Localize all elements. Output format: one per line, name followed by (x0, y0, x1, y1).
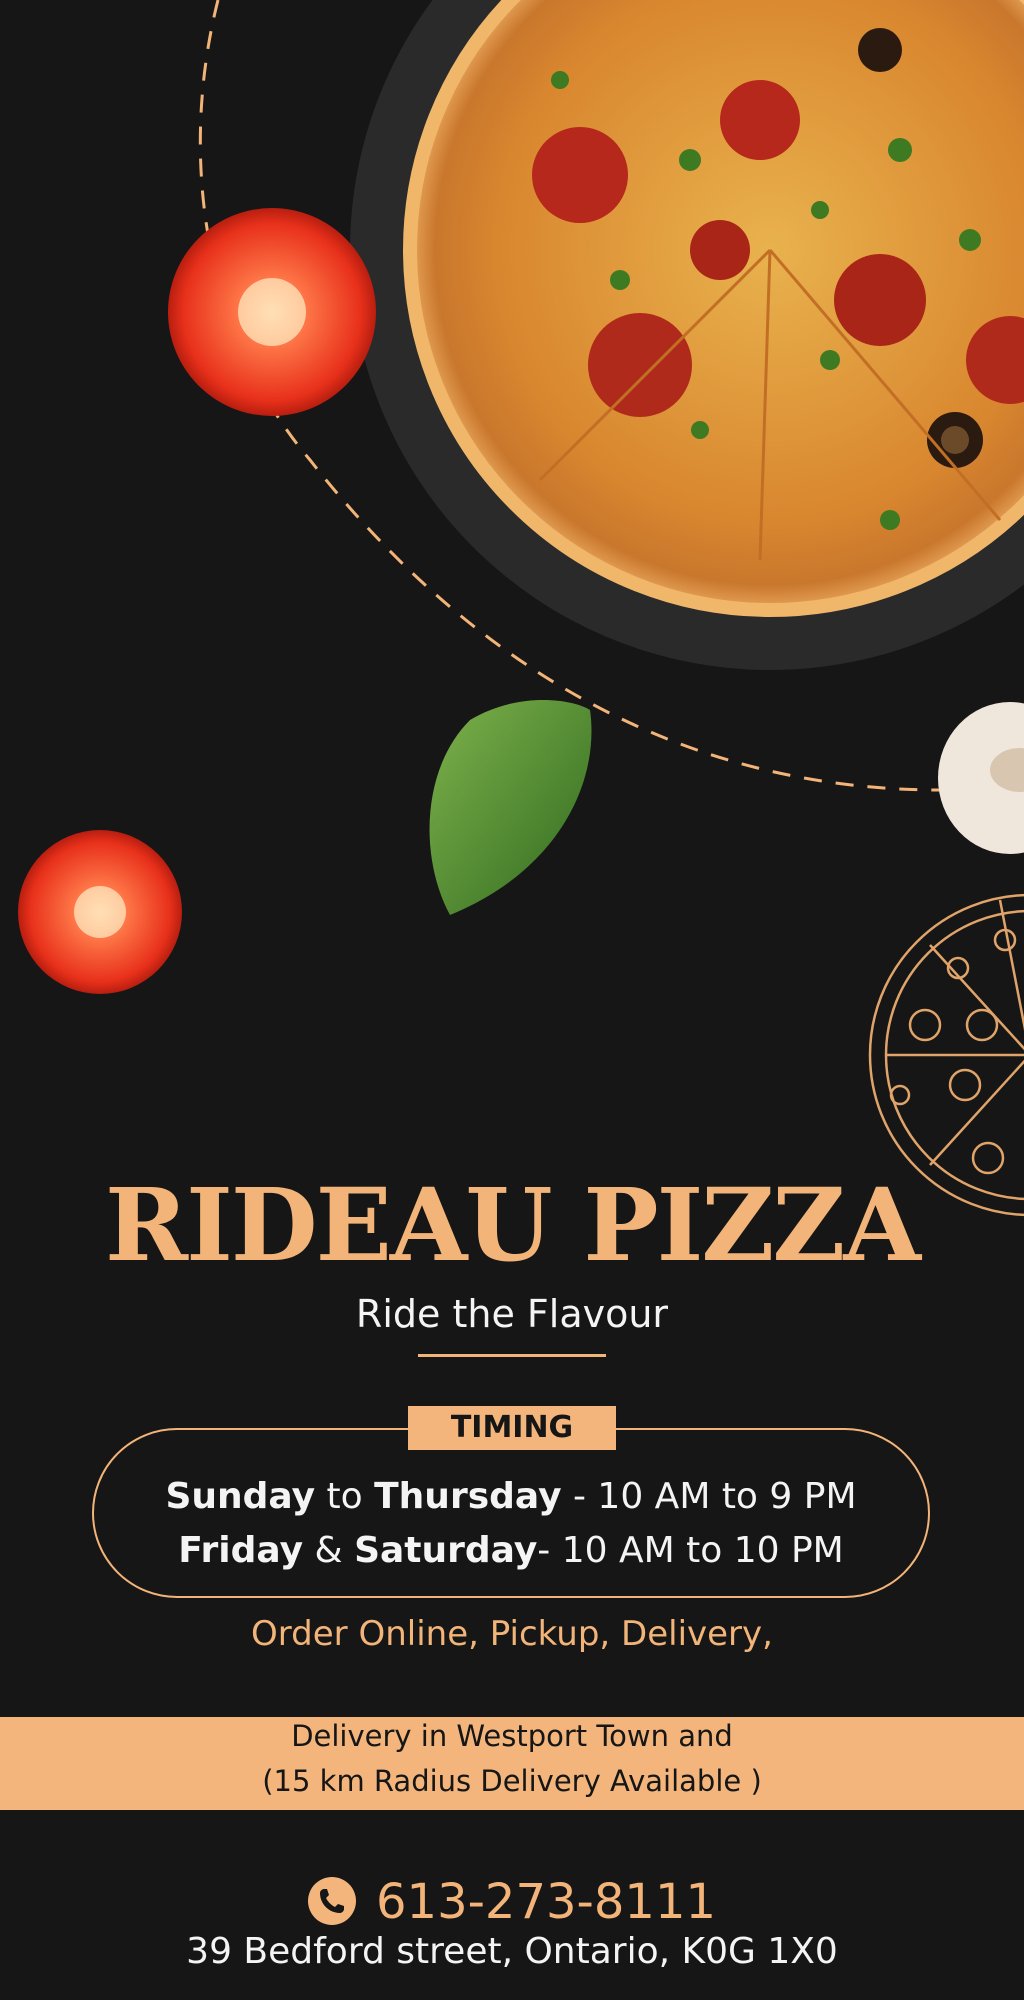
brand-tagline: Ride the Flavour (355, 1292, 669, 1336)
day-start: Friday (178, 1530, 304, 1571)
timing-weekday: Sunday to Thursday - 10 AM to 9 PM (92, 1477, 930, 1517)
hours: - 10 AM to 10 PM (537, 1530, 844, 1571)
basil-leaf (429, 700, 592, 915)
phone-row[interactable]: 613-273-8111 (0, 1874, 1024, 1930)
tomato-slice (168, 208, 376, 416)
day-joiner: to (326, 1476, 363, 1517)
tagline-divider (418, 1354, 606, 1357)
decorative-artwork (18, 0, 1024, 1217)
day-start: Sunday (165, 1476, 316, 1517)
phone-icon (307, 1877, 356, 1925)
brand-title: RIDEAU PIZZA (105, 1166, 921, 1284)
hours: - 10 AM to 9 PM (573, 1476, 857, 1517)
mushroom (938, 702, 1024, 854)
day-end: Saturday (354, 1530, 538, 1571)
phone-number[interactable]: 613-273-8111 (376, 1874, 716, 1930)
address: 39 Bedford street, Ontario, K0G 1X0 (186, 1931, 838, 1972)
timing-label: TIMING (408, 1406, 616, 1450)
tomato-slice (18, 830, 182, 994)
delivery-line-2: (15 km Radius Delivery Available ) (262, 1764, 762, 1798)
flyer: RIDEAU PIZZA Ride the Flavour TIMING Sun… (0, 0, 1024, 2000)
day-joiner: & (314, 1530, 343, 1571)
day-end: Thursday (374, 1476, 562, 1517)
timing-weekend: Friday & Saturday- 10 AM to 10 PM (92, 1531, 930, 1571)
services-text: Order Online, Pickup, Delivery, (251, 1614, 773, 1654)
delivery-line-1: Delivery in Westport Town and (291, 1719, 733, 1753)
